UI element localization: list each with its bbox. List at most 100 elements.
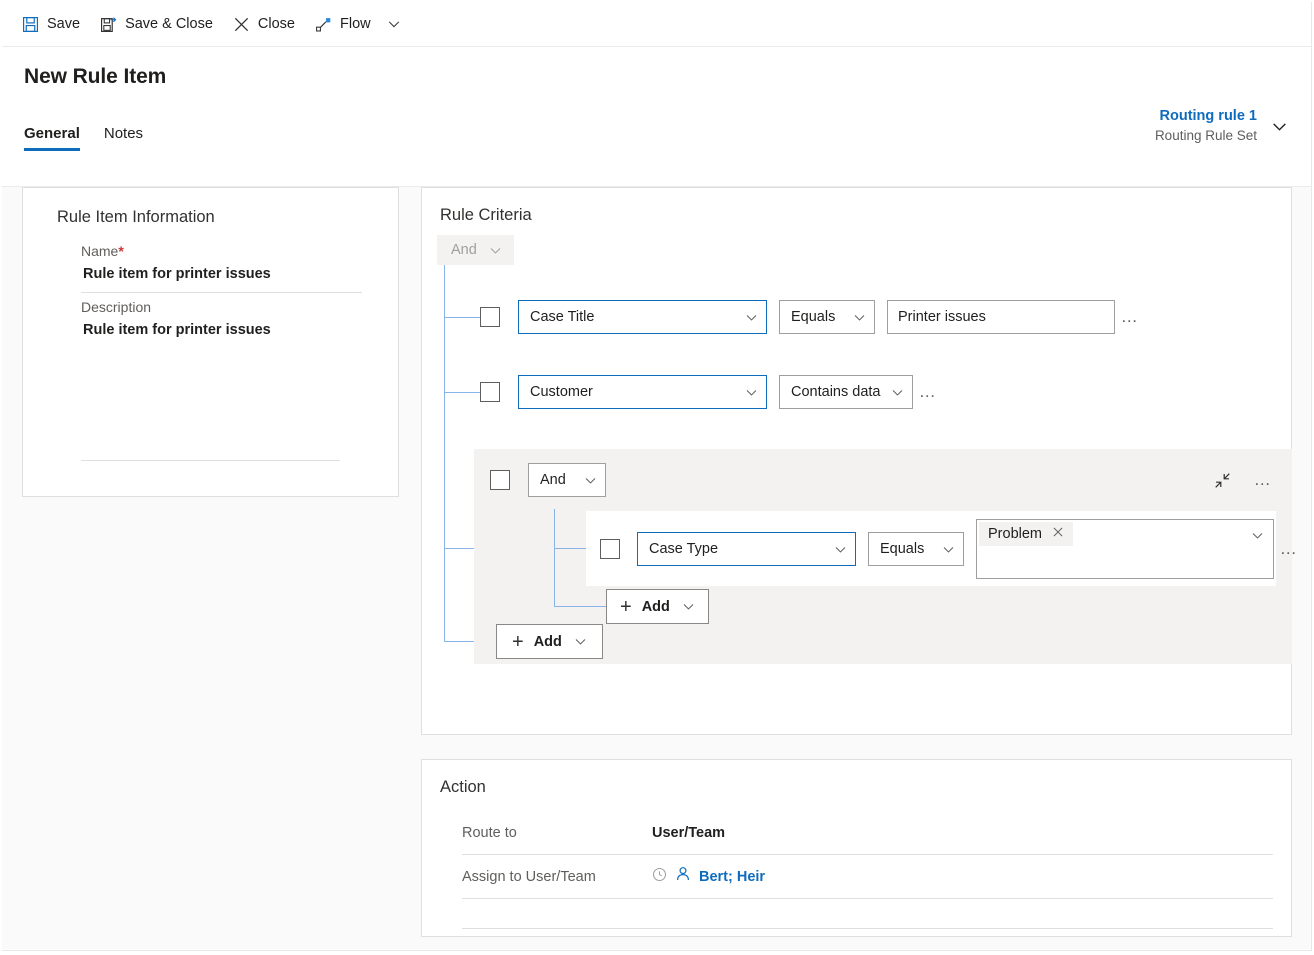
criteria-operator-dropdown[interactable]: Contains data xyxy=(779,375,913,409)
criteria-tree: Case Title Equals Printer issues … Custo… xyxy=(422,265,1297,685)
criteria-attribute-label: Customer xyxy=(530,384,593,400)
person-icon xyxy=(675,866,691,887)
name-label: Name* xyxy=(81,243,124,259)
routing-rule-link[interactable]: Routing rule 1 xyxy=(1155,107,1257,126)
criteria-row-checkbox[interactable] xyxy=(480,382,500,402)
plus-icon: + xyxy=(620,595,632,618)
rule-item-information-card: Rule Item Information Name* Rule item fo… xyxy=(22,187,399,497)
route-to-label: Route to xyxy=(462,824,517,841)
chevron-down-icon xyxy=(834,543,847,556)
criteria-group-checkbox[interactable] xyxy=(490,470,510,490)
group-collapse-icon[interactable] xyxy=(1210,468,1234,492)
value-tag-close-x-icon[interactable] xyxy=(1052,526,1064,542)
tab-notes[interactable]: Notes xyxy=(104,125,143,151)
required-asterisk: * xyxy=(118,243,124,259)
name-field: Name* Rule item for printer issues xyxy=(81,237,380,293)
info-card-divider xyxy=(81,460,340,461)
root-logic-operator-label: And xyxy=(451,242,477,258)
group-trunk-line xyxy=(554,509,555,606)
chevron-down-icon xyxy=(891,386,904,399)
criteria-row-ellipsis-icon[interactable]: … xyxy=(1274,539,1304,559)
rule-criteria-title: Rule Criteria xyxy=(440,206,532,224)
record-expand-chevron-down-icon[interactable] xyxy=(1265,109,1293,143)
chevron-down-icon xyxy=(942,543,955,556)
group-add-label: Add xyxy=(641,598,670,615)
tree-branch-line xyxy=(444,392,480,393)
assign-to-value[interactable]: Bert; Heir xyxy=(699,869,765,885)
app-window: Save Save & Close Close Flow New Rule It… xyxy=(2,2,1312,951)
criteria-attribute-dropdown[interactable]: Case Title xyxy=(518,300,767,334)
criteria-row-ellipsis-icon[interactable]: … xyxy=(913,382,943,402)
chevron-down-icon xyxy=(489,244,502,257)
flow-button-label: Flow xyxy=(340,16,371,32)
save-and-close-icon xyxy=(100,16,117,33)
flow-button[interactable]: Flow xyxy=(305,9,381,39)
rule-item-information-title: Rule Item Information xyxy=(57,208,215,226)
action-card: Action Route to User/Team Assign to User… xyxy=(421,759,1292,937)
flow-icon xyxy=(315,16,332,33)
routing-rule-entity-label: Routing Rule Set xyxy=(1154,128,1257,143)
group-branch-line xyxy=(554,548,586,549)
save-icon xyxy=(22,16,39,33)
page-title: New Rule Item xyxy=(24,65,167,88)
form-body: Rule Item Information Name* Rule item fo… xyxy=(2,187,1311,949)
tab-general[interactable]: General xyxy=(24,125,80,151)
action-title: Action xyxy=(440,778,486,796)
criteria-row-checkbox[interactable] xyxy=(600,539,620,559)
criteria-attribute-dropdown[interactable]: Customer xyxy=(518,375,767,409)
criteria-operator-label: Equals xyxy=(880,541,925,557)
close-button[interactable]: Close xyxy=(223,9,305,39)
command-bar: Save Save & Close Close Flow xyxy=(2,2,1311,47)
chevron-down-icon[interactable] xyxy=(1251,529,1264,542)
tree-branch-line xyxy=(444,317,480,318)
description-input[interactable]: Rule item for printer issues xyxy=(81,318,362,348)
recent-clock-icon xyxy=(652,867,667,887)
criteria-add-button[interactable]: + Add xyxy=(496,624,603,659)
criteria-value-multiselect[interactable]: Problem xyxy=(976,519,1274,579)
description-label: Description xyxy=(81,299,152,315)
criteria-row: Case Title Equals Printer issues … xyxy=(480,300,1145,334)
value-tag-label: Problem xyxy=(988,526,1042,542)
criteria-operator-label: Equals xyxy=(791,309,836,325)
group-add-button[interactable]: + Add xyxy=(606,589,709,624)
group-logic-operator-label: And xyxy=(540,472,566,488)
save-button-label: Save xyxy=(47,16,81,32)
criteria-row: Customer Contains data … xyxy=(480,375,943,409)
page-header: New Rule Item General Notes Routing rule… xyxy=(2,47,1311,187)
criteria-group-header: And … xyxy=(474,449,1292,511)
chevron-down-icon xyxy=(584,474,597,487)
criteria-operator-label: Contains data xyxy=(791,384,881,400)
action-card-divider xyxy=(462,899,1273,929)
criteria-group-ellipsis-icon[interactable]: … xyxy=(1252,470,1274,490)
criteria-row-ellipsis-icon[interactable]: … xyxy=(1115,307,1145,327)
route-to-value[interactable]: User/Team xyxy=(652,825,725,841)
chevron-down-icon xyxy=(745,386,758,399)
rule-criteria-card: Rule Criteria And Case Title Equals Prin… xyxy=(421,187,1297,735)
criteria-row-checkbox[interactable] xyxy=(480,307,500,327)
criteria-group-tools: … xyxy=(1210,449,1274,511)
tab-list: General Notes xyxy=(24,125,1311,151)
close-x-icon xyxy=(233,16,250,33)
value-tag[interactable]: Problem xyxy=(979,522,1073,546)
criteria-operator-dropdown[interactable]: Equals xyxy=(868,532,964,566)
criteria-row: Case Type Equals Problem … xyxy=(600,519,1304,579)
save-button[interactable]: Save xyxy=(12,9,90,39)
assign-to-lookup[interactable]: Bert; Heir xyxy=(652,866,765,887)
root-logic-operator-dropdown[interactable]: And xyxy=(437,235,514,265)
group-branch-line xyxy=(554,606,606,607)
route-to-row: Route to User/Team xyxy=(462,811,1273,855)
criteria-value-input[interactable]: Printer issues xyxy=(887,300,1115,334)
criteria-operator-dropdown[interactable]: Equals xyxy=(779,300,875,334)
tree-trunk-line xyxy=(444,265,445,641)
command-bar-overflow-chevron-down-icon[interactable] xyxy=(381,9,407,39)
criteria-group-rows: Case Type Equals Problem … xyxy=(586,511,1297,586)
criteria-add-label: Add xyxy=(533,633,562,650)
save-and-close-button-label: Save & Close xyxy=(125,16,213,32)
criteria-attribute-dropdown[interactable]: Case Type xyxy=(637,532,856,566)
name-input[interactable]: Rule item for printer issues xyxy=(81,262,362,293)
group-logic-operator-dropdown[interactable]: And xyxy=(528,463,606,497)
chevron-down-icon xyxy=(745,311,758,324)
criteria-attribute-label: Case Type xyxy=(649,541,719,557)
criteria-attribute-label: Case Title xyxy=(530,309,595,325)
save-and-close-button[interactable]: Save & Close xyxy=(90,9,223,39)
